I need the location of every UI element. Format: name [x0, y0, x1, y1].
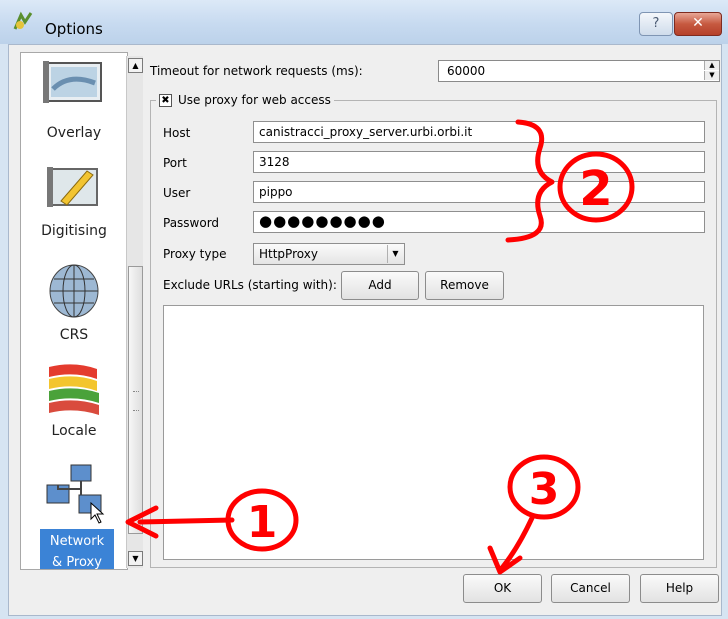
- options-dialog: Options ? ✕ Overlay Digitising CRS Local…: [0, 0, 728, 619]
- sidebar-item-label: Network: [49, 534, 105, 549]
- exclude-urls-list[interactable]: [163, 305, 704, 560]
- sidebar-item-label: Digitising: [41, 223, 107, 239]
- proxy-type-select[interactable]: HttpProxy ▼: [253, 243, 405, 265]
- exclude-urls-label: Exclude URLs (starting with):: [163, 278, 337, 292]
- sidebar-item-overlay[interactable]: Overlay: [21, 59, 127, 141]
- title-help-button[interactable]: ?: [639, 12, 673, 36]
- chevron-down-icon[interactable]: ▼: [387, 245, 403, 263]
- use-proxy-label: Use proxy for web access: [178, 93, 331, 107]
- close-button[interactable]: ✕: [674, 12, 722, 36]
- remove-url-button[interactable]: Remove: [425, 271, 504, 300]
- cancel-button[interactable]: Cancel: [551, 574, 630, 603]
- host-field[interactable]: canistracci_proxy_server.urbi.orbi.it: [253, 121, 705, 143]
- network-computers-icon: [46, 464, 105, 524]
- sidebar-scrollbar[interactable]: ▲ ▼: [126, 56, 143, 568]
- add-url-button[interactable]: Add: [341, 271, 419, 300]
- proxy-type-label: Proxy type: [163, 247, 227, 261]
- sidebar-item-label: Overlay: [46, 125, 102, 141]
- user-field[interactable]: pippo: [253, 181, 705, 203]
- help-button[interactable]: Help: [640, 574, 719, 603]
- spin-up-icon[interactable]: ▲: [704, 61, 719, 70]
- timeout-spinbox[interactable]: 60000 ▲ ▼: [438, 60, 720, 82]
- sidebar-item-locale[interactable]: Locale: [21, 361, 127, 439]
- title-bar[interactable]: Options ? ✕: [0, 0, 728, 44]
- digitising-pencil-icon: [47, 167, 98, 207]
- user-value: pippo: [259, 185, 293, 199]
- sidebar-item-network-proxy[interactable]: Network & Proxy: [21, 463, 127, 570]
- password-label: Password: [163, 216, 220, 230]
- host-label: Host: [163, 126, 191, 140]
- overlay-map-icon: [43, 61, 102, 103]
- sidebar-item-label: CRS: [59, 327, 89, 343]
- port-field[interactable]: 3128: [253, 151, 705, 173]
- sidebar-item-crs[interactable]: CRS: [21, 261, 127, 343]
- ok-button[interactable]: OK: [463, 574, 542, 603]
- port-value: 3128: [259, 155, 290, 169]
- options-sidebar: Overlay Digitising CRS Locale Network & …: [20, 52, 128, 570]
- password-field[interactable]: ●●●●●●●●●: [253, 211, 705, 233]
- proxy-type-value: HttpProxy: [259, 247, 318, 261]
- window-title: Options: [45, 20, 103, 38]
- sidebar-item-digitising[interactable]: Digitising: [21, 163, 127, 239]
- port-label: Port: [163, 156, 187, 170]
- timeout-label: Timeout for network requests (ms):: [150, 64, 363, 78]
- checkbox-checked-icon[interactable]: ✖: [159, 93, 172, 107]
- password-value: ●●●●●●●●●: [259, 212, 386, 230]
- sidebar-item-label: Locale: [51, 423, 97, 439]
- timeout-value: 60000: [447, 64, 486, 78]
- scroll-up-arrow-icon[interactable]: ▲: [128, 58, 143, 73]
- spin-down-icon[interactable]: ▼: [704, 71, 719, 80]
- qgis-logo-icon: [13, 11, 33, 30]
- use-proxy-checkbox[interactable]: ✖ Use proxy for web access: [156, 93, 334, 107]
- scrollbar-thumb[interactable]: [128, 266, 143, 534]
- host-value: canistracci_proxy_server.urbi.orbi.it: [259, 125, 473, 139]
- user-label: User: [163, 186, 191, 200]
- flags-icon: [49, 364, 99, 415]
- scroll-down-arrow-icon[interactable]: ▼: [128, 551, 143, 566]
- sidebar-item-label-line2: & Proxy: [52, 555, 102, 570]
- globe-grid-icon: [49, 264, 99, 318]
